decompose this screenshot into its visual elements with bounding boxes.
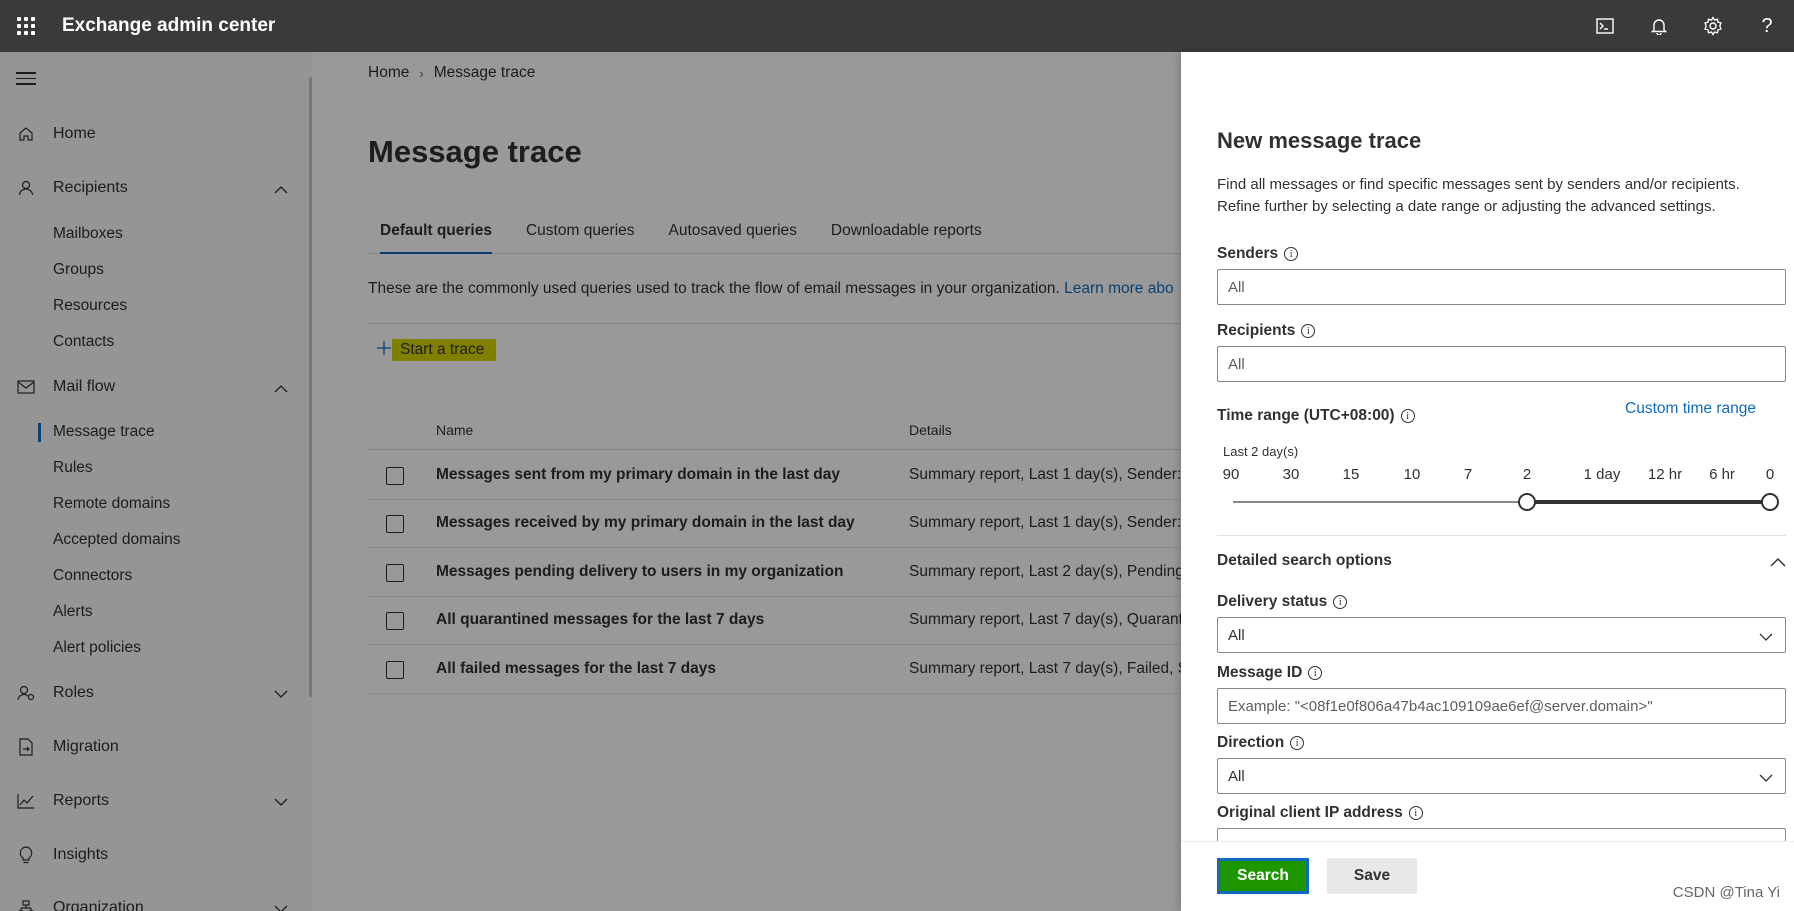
bell-icon[interactable] bbox=[1632, 0, 1686, 52]
direction-label: Direction i bbox=[1217, 734, 1305, 752]
direction-value: All bbox=[1228, 767, 1245, 785]
tick-label: 12 hr bbox=[1647, 466, 1683, 483]
recipients-label-text: Recipients bbox=[1217, 322, 1296, 339]
client-ip-input[interactable] bbox=[1217, 828, 1786, 842]
app-title[interactable]: Exchange admin center bbox=[62, 15, 275, 37]
client-ip-label: Original client IP address i bbox=[1217, 804, 1423, 822]
tick-label: 2 bbox=[1522, 466, 1532, 483]
detailed-search-toggle[interactable]: Detailed search options bbox=[1217, 546, 1786, 576]
terminal-icon[interactable] bbox=[1578, 0, 1632, 52]
tick-label: 90 bbox=[1222, 466, 1240, 483]
time-range-ticks: 90 30 15 10 7 2 1 day 12 hr 6 hr 0 bbox=[1217, 466, 1786, 486]
tick-label: 0 bbox=[1765, 466, 1775, 483]
top-bar: Exchange admin center ? bbox=[0, 0, 1794, 52]
info-icon[interactable]: i bbox=[1290, 736, 1305, 750]
tick-label: 7 bbox=[1463, 466, 1473, 483]
info-icon[interactable]: i bbox=[1301, 324, 1316, 338]
search-button-label: Search bbox=[1220, 861, 1306, 891]
gear-icon[interactable] bbox=[1686, 0, 1740, 52]
help-glyph: ? bbox=[1761, 14, 1773, 37]
tick-label: 15 bbox=[1342, 466, 1360, 483]
info-icon[interactable]: i bbox=[1408, 806, 1423, 820]
tick-label: 30 bbox=[1282, 466, 1300, 483]
modal-overlay[interactable] bbox=[0, 52, 1181, 911]
tick-label: 10 bbox=[1403, 466, 1421, 483]
direction-label-text: Direction bbox=[1217, 734, 1285, 751]
info-icon[interactable]: i bbox=[1308, 666, 1323, 680]
delivery-status-label-text: Delivery status bbox=[1217, 593, 1328, 610]
slider-fill bbox=[1527, 500, 1770, 504]
detailed-search-label: Detailed search options bbox=[1217, 552, 1392, 569]
recipients-label: Recipients i bbox=[1217, 322, 1316, 340]
senders-label: Senders i bbox=[1217, 245, 1299, 263]
range-caption: Last 2 day(s) bbox=[1223, 444, 1299, 459]
message-id-label: Message ID i bbox=[1217, 664, 1323, 682]
delivery-status-label: Delivery status i bbox=[1217, 593, 1348, 611]
panel-title: New message trace bbox=[1217, 128, 1422, 153]
watermark: CSDN @Tina Yi bbox=[1672, 884, 1780, 901]
info-icon[interactable]: i bbox=[1400, 409, 1415, 423]
client-ip-label-text: Original client IP address bbox=[1217, 804, 1403, 821]
direction-dropdown[interactable]: All bbox=[1217, 758, 1786, 794]
recipients-input[interactable]: All bbox=[1217, 346, 1786, 382]
message-id-label-text: Message ID bbox=[1217, 664, 1303, 681]
save-button[interactable]: Save bbox=[1327, 858, 1417, 894]
divider bbox=[1217, 535, 1786, 536]
help-icon[interactable]: ? bbox=[1740, 0, 1794, 52]
senders-label-text: Senders bbox=[1217, 245, 1279, 262]
time-range-label: Time range (UTC+08:00) i bbox=[1217, 407, 1415, 425]
delivery-status-dropdown[interactable]: All bbox=[1217, 617, 1786, 653]
tick-label: 1 day bbox=[1583, 466, 1621, 483]
time-range-label-text: Time range (UTC+08:00) bbox=[1217, 407, 1395, 424]
panel-description: Find all messages or find specific messa… bbox=[1217, 176, 1740, 215]
info-icon[interactable]: i bbox=[1284, 247, 1299, 261]
chevron-down-icon bbox=[1759, 770, 1773, 787]
tick-label: 6 hr bbox=[1709, 466, 1735, 483]
custom-time-range-link[interactable]: Custom time range bbox=[1625, 400, 1756, 418]
message-id-input[interactable]: Example: "<08f1e0f806a47b4ac109109ae6ef@… bbox=[1217, 688, 1786, 724]
app-launcher-icon[interactable] bbox=[0, 0, 52, 52]
chevron-up-icon bbox=[1770, 554, 1786, 572]
new-message-trace-panel: New message trace Find all messages or f… bbox=[1181, 52, 1794, 911]
search-button[interactable]: Search bbox=[1217, 858, 1309, 894]
slider-thumb-end[interactable] bbox=[1761, 493, 1779, 511]
delivery-status-value: All bbox=[1228, 626, 1245, 644]
senders-input[interactable]: All bbox=[1217, 269, 1786, 305]
info-icon[interactable]: i bbox=[1333, 595, 1348, 609]
chevron-down-icon bbox=[1759, 629, 1773, 646]
slider-thumb-start[interactable] bbox=[1518, 493, 1536, 511]
